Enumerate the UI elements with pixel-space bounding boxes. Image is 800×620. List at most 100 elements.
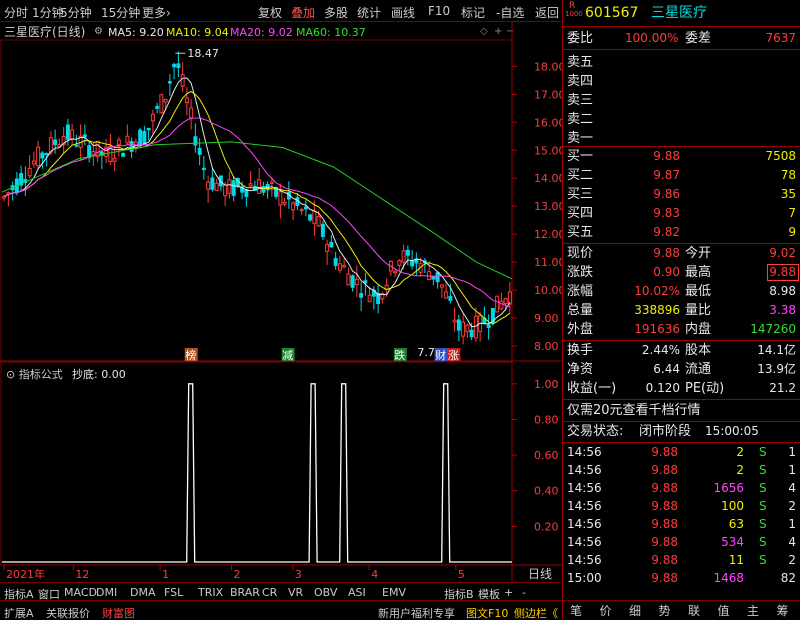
candle-body <box>189 107 194 119</box>
kline-chart[interactable]: 18.0017.0016.0015.0014.0013.0012.0011.00… <box>0 22 562 582</box>
status-label: 交易状态: <box>567 424 624 439</box>
tick-price-6: 9.88 <box>651 553 678 567</box>
tab-tuwen[interactable]: 图文F10 <box>466 605 508 620</box>
buy-vol-0: 7508 <box>765 149 796 163</box>
toolbar-btn-zixuan[interactable]: -自选 <box>496 4 524 21</box>
candle-body <box>48 137 53 153</box>
candle-body <box>333 258 338 266</box>
toolbar-left-btn-2[interactable]: 5分钟 <box>60 4 92 21</box>
quote-tab-2[interactable]: 细 <box>629 605 641 617</box>
toolbar-btn-diejia[interactable]: 叠加 <box>291 4 315 21</box>
indicator-tab-11[interactable]: ASI <box>348 586 366 599</box>
toolbar-btn-f10[interactable]: F10 <box>428 4 450 18</box>
candle-body <box>223 184 228 197</box>
quote-tab-0[interactable]: 笔 <box>570 605 582 617</box>
quote-tab-1[interactable]: 价 <box>600 605 612 617</box>
quote-l1-3: 总量 <box>567 303 594 318</box>
indicator-tab-10[interactable]: OBV <box>314 586 337 599</box>
divider-status <box>563 442 800 443</box>
tab-caifu[interactable]: 财富图 <box>102 605 135 620</box>
toolbar-btn-tongji[interactable]: 统计 <box>357 4 381 21</box>
tick-time-4: 14:56 <box>567 517 602 531</box>
tick-num-2: 4 <box>788 481 796 495</box>
indicator-axis-label: 0.60 <box>534 449 559 462</box>
indicator-tab-2[interactable]: MACD <box>64 586 97 599</box>
candle-body <box>329 241 334 248</box>
indicator-tab-9[interactable]: VR <box>288 586 303 599</box>
toolbar-btn-huaxian[interactable]: 画线 <box>391 4 415 21</box>
tick-time-5: 14:56 <box>567 535 602 549</box>
quote-v1-3: 338896 <box>634 303 680 317</box>
event-marker-2: 跌 <box>394 348 405 362</box>
candle-body <box>31 160 36 165</box>
price-label: 8.00 <box>534 340 559 353</box>
buy-level-0: 买一 <box>567 149 594 164</box>
stock-terminal: 分时 1分钟 5分钟 15分钟 更多› 复权 叠加 多股 统计 画线 F10 标… <box>0 0 800 620</box>
candle-body <box>444 291 449 299</box>
tick-num-1: 1 <box>788 463 796 477</box>
tab-guanlian[interactable]: 关联报价 <box>46 605 90 620</box>
buy-price-1: 9.87 <box>653 168 680 182</box>
indicator-axis-label: 0.40 <box>534 485 559 498</box>
candle-body <box>167 81 172 84</box>
time-label: 2021年 <box>6 567 45 581</box>
toolbar-btn-duogu[interactable]: 多股 <box>324 4 348 21</box>
buy-level-2: 买三 <box>567 187 594 202</box>
candle-body <box>146 127 151 131</box>
promo-banner[interactable]: 仅需20元查看千档行情 <box>567 404 701 417</box>
quote-l2-1: 最高 <box>685 265 712 280</box>
candle-body <box>40 152 45 159</box>
price-label: 9.00 <box>534 312 559 325</box>
tick-time-7: 15:00 <box>567 571 602 585</box>
tab-sidebar[interactable]: 侧边栏《 <box>514 605 558 620</box>
indicator-tab-8[interactable]: CR <box>262 586 277 599</box>
toolbar-btn-fuquan[interactable]: 复权 <box>258 4 282 21</box>
candle-body <box>87 145 92 159</box>
indicator-tab-5[interactable]: FSL <box>164 586 183 599</box>
bottom-bar: 扩展A 关联报价 财富图 新用户福利专享 图文F10 侧边栏《 <box>0 600 562 620</box>
candle-body <box>291 202 296 211</box>
indicator-tab-3[interactable]: DMI <box>96 586 117 599</box>
indicator-tab-4[interactable]: DMA <box>130 586 156 599</box>
toolbar-left-btn-4[interactable]: 更多› <box>142 4 171 21</box>
buy-price-3: 9.83 <box>653 206 680 220</box>
quote-tab-3[interactable]: 势 <box>659 605 671 617</box>
stock-name: 三星医疗 <box>651 5 707 21</box>
tab-kuozhan[interactable]: 扩展A <box>4 605 34 620</box>
indicator-axis-label: 1.00 <box>534 378 559 391</box>
period-label: 日线 <box>528 567 552 581</box>
quote-tab-4[interactable]: 联 <box>688 605 700 617</box>
candle-body <box>486 324 491 328</box>
indicator-tab-7[interactable]: BRAR <box>230 586 260 599</box>
quote-tab-5[interactable]: 值 <box>718 605 730 617</box>
weicha-value: 7637 <box>765 31 796 45</box>
candle-body <box>342 264 347 268</box>
quote-tab-6[interactable]: 主 <box>747 605 759 617</box>
candle-body <box>350 275 355 288</box>
candle-body <box>456 319 461 331</box>
candle-body <box>363 280 368 284</box>
toolbar-left-btn-1[interactable]: 1分钟 <box>32 4 64 21</box>
candle-body <box>150 113 155 122</box>
quote-v1-2: 10.02% <box>634 284 680 298</box>
toolbar-left-btn-3[interactable]: 15分钟 <box>101 4 140 21</box>
candle-body <box>74 144 79 147</box>
quote-tab-7[interactable]: 筹 <box>777 605 789 617</box>
time-label: 2 <box>234 568 241 581</box>
promo-newuser[interactable]: 新用户福利专享 <box>378 605 455 620</box>
candle-body <box>261 186 266 193</box>
fund-l1-1: 净资 <box>567 362 594 377</box>
indicator-tab-12[interactable]: EMV <box>382 586 406 599</box>
toolbar-btn-back[interactable]: 返回 <box>535 4 559 21</box>
candle-body <box>121 152 126 157</box>
indicator-tab-15[interactable]: + <box>504 586 513 599</box>
indicator-tab-6[interactable]: TRIX <box>198 586 223 599</box>
toolbar-left-btn-0[interactable]: 分时 <box>4 4 28 21</box>
toolbar-btn-biaoji[interactable]: 标记 <box>461 4 485 21</box>
candle-body <box>36 146 41 166</box>
tick-vol-0: 2 <box>736 445 744 459</box>
indicator-tab-16[interactable]: - <box>522 586 526 599</box>
fund-l2-2: PE(动) <box>685 381 725 396</box>
candle-body <box>44 153 49 156</box>
candle-body <box>452 319 457 323</box>
